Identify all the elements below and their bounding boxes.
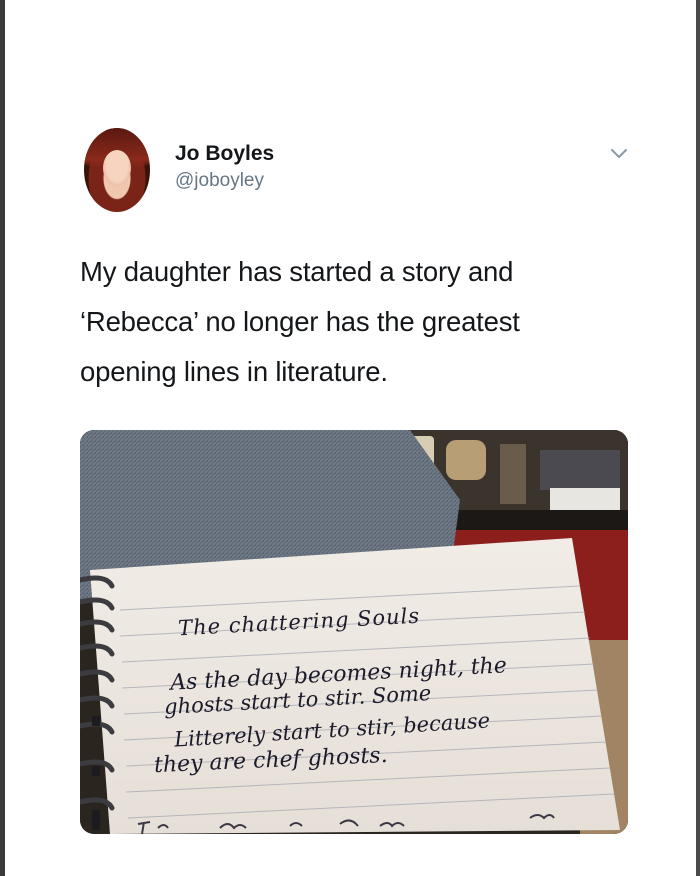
tweet-text-line: My daughter has started a story and <box>80 256 514 287</box>
left-frame-edge <box>0 0 5 876</box>
tweet-text: My daughter has started a story and ‘Reb… <box>80 247 640 397</box>
notebook-text: The chattering Souls As the day becomes … <box>80 430 628 834</box>
tweet-text-line: opening lines in literature. <box>80 356 388 387</box>
author-display-name[interactable]: Jo Boyles <box>175 142 274 166</box>
avatar-face <box>103 150 131 186</box>
tweet-photo[interactable]: The chattering Souls As the day becomes … <box>80 430 628 834</box>
chevron-down-icon[interactable] <box>608 146 630 162</box>
author-handle[interactable]: @joboyley <box>175 170 264 192</box>
avatar[interactable] <box>84 128 150 212</box>
right-frame-edge <box>696 0 700 876</box>
notebook-title: The chattering Souls <box>177 603 421 641</box>
tweet-text-line: ‘Rebecca’ no longer has the greatest <box>80 306 520 337</box>
